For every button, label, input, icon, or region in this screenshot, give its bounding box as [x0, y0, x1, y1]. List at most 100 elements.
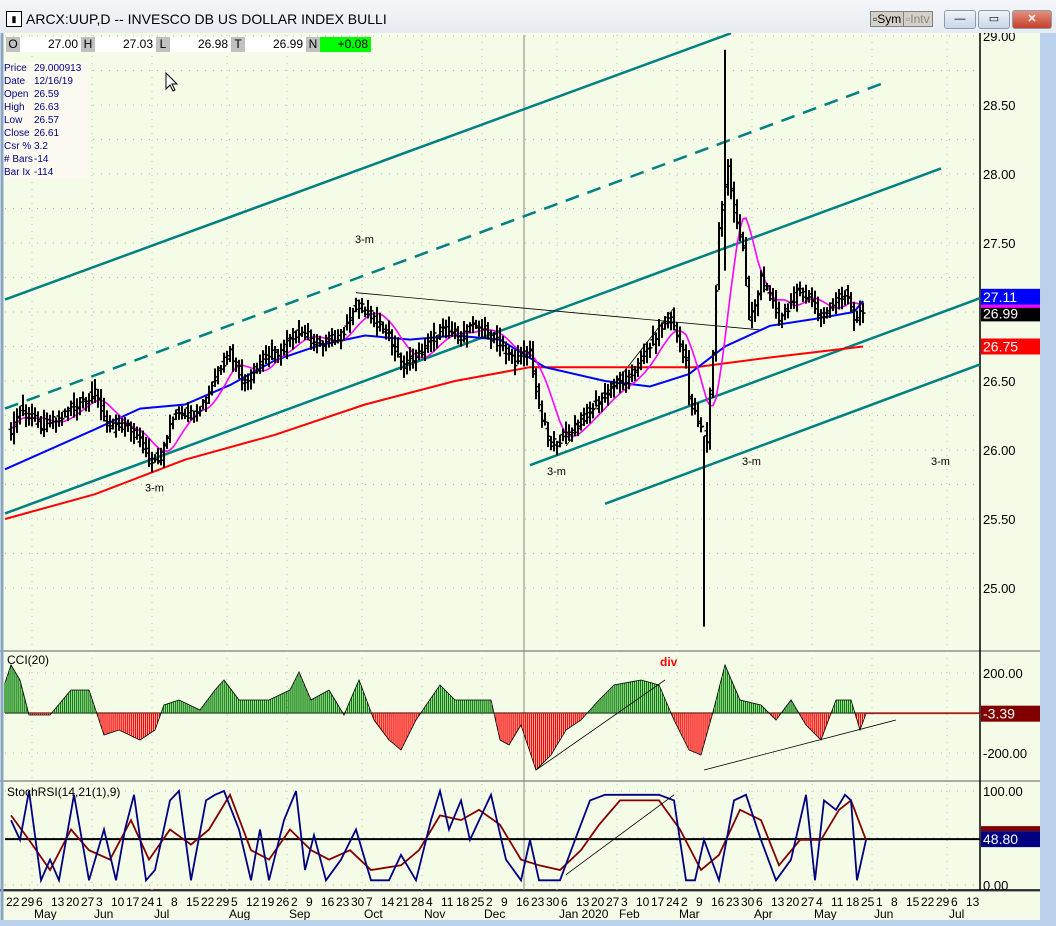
price-tick-label: 28.50 [983, 98, 1016, 113]
x-day-label: 30 [351, 895, 365, 909]
cursor-info-panel: Price 29.000913 Date 12/16/19 Open 26.59 High 2… [4, 62, 88, 179]
info-row: Bar Ix -114 [4, 166, 88, 179]
window-title-bar: ▮ ARCX:UUP,D -- INVESCO DB US DOLLAR IND… [0, 0, 1056, 35]
x-month-label: Jun [874, 907, 893, 920]
info-value: -14 [34, 154, 49, 165]
x-day-label: 16 [321, 895, 335, 909]
info-row: Date 12/16/19 [4, 75, 88, 88]
info-key: Csr % [4, 141, 32, 152]
x-month-label: Jan 2020 [559, 907, 609, 920]
x-day-label: 13 [771, 895, 785, 909]
info-row: Low 26.57 [4, 114, 88, 127]
channel-label: 3-m [931, 456, 950, 468]
sym-toggle-button[interactable]: ▫Sym [870, 11, 905, 27]
cci-tick-label: 200.00 [983, 666, 1023, 681]
x-day-label: 15 [186, 895, 200, 909]
x-month-label: Nov [424, 907, 445, 920]
price-badge-label: 26.75 [983, 339, 1018, 355]
price-tick-label: 25.00 [983, 581, 1016, 596]
low-key: L [156, 37, 170, 52]
x-day-label: 23 [336, 895, 350, 909]
chart-svg: 29.00 28.50 28.00 27.50 27.00 26.50 26.00 25.50… [0, 29, 1040, 921]
x-day-label: 20 [66, 895, 80, 909]
info-key: High [4, 102, 25, 113]
ma-fast-badge [981, 304, 1040, 308]
channel-line [4, 32, 732, 301]
info-key: # Bars [4, 154, 33, 165]
info-key: Low [4, 115, 23, 126]
x-day-label: 27 [801, 895, 815, 909]
info-value: -114 [34, 167, 54, 178]
info-value: 26.61 [34, 128, 60, 139]
mouse-cursor-icon [165, 71, 179, 92]
high-value: 27.03 [95, 37, 156, 52]
x-day-label: 23 [726, 895, 740, 909]
price-tick-label: 25.50 [983, 512, 1016, 527]
minimize-button[interactable]: — [944, 10, 976, 29]
x-day-label: 17 [126, 895, 140, 909]
last-value: 26.99 [245, 37, 306, 52]
high-key: H [81, 37, 95, 52]
x-month-label: Sep [289, 907, 311, 920]
window-title: ARCX:UUP,D -- INVESCO DB US DOLLAR INDEX… [26, 11, 387, 27]
x-month-label: May [814, 907, 837, 920]
info-row: # Bars -14 [4, 153, 88, 166]
x-day-label: 8 [171, 895, 178, 909]
x-day-label: 29 [216, 895, 230, 909]
maximize-button[interactable]: ▭ [978, 10, 1010, 29]
price-tick-label: 26.50 [983, 374, 1016, 389]
x-day-label: 18 [846, 895, 860, 909]
x-day-label: 25 [861, 895, 875, 909]
stoch-title: StochRSI(14,21(1),9) [7, 785, 120, 799]
x-day-label: 27 [81, 895, 95, 909]
info-row: Open 26.59 [4, 88, 88, 101]
stoch-trendline [565, 794, 675, 875]
x-month-label: Aug [229, 907, 250, 920]
window-right-border [1040, 33, 1056, 920]
x-month-label: Jul [949, 907, 964, 920]
intv-label: Intv [910, 12, 930, 26]
x-month-label: May [34, 907, 57, 920]
x-day-label: 20 [786, 895, 800, 909]
stoch-tick-label: 0.00 [983, 878, 1008, 893]
x-day-label: 24 [666, 895, 680, 909]
chart-area[interactable]: 29.00 28.50 28.00 27.50 27.00 26.50 26.00 25.50… [0, 29, 1040, 921]
channel-label: 3-m [355, 234, 374, 246]
cci-trendline [703, 719, 897, 771]
x-day-label: 17 [651, 895, 665, 909]
x-day-label: 22 [6, 895, 20, 909]
channel-label: 3-m [547, 466, 566, 478]
cci-title: CCI(20) [7, 653, 49, 667]
x-day-label: 26 [276, 895, 290, 909]
x-day-label: 18 [456, 895, 470, 909]
x-day-label: 16 [516, 895, 530, 909]
open-value: 27.00 [20, 37, 81, 52]
info-row: Csr % 3.2 [4, 140, 88, 153]
info-row: Close 26.61 [4, 127, 88, 140]
stoch-tick-label: 100.00 [983, 784, 1023, 799]
price-tick-label: 27.50 [983, 236, 1016, 251]
x-day-label: 25 [471, 895, 485, 909]
info-key: Close [4, 128, 30, 139]
price-bars [8, 49, 866, 627]
x-day-label: 22 [921, 895, 935, 909]
x-day-label: 21 [396, 895, 410, 909]
x-day-label: 19 [261, 895, 275, 909]
x-month-label: Mar [679, 907, 700, 920]
info-key: Date [4, 76, 26, 87]
info-value: 26.57 [34, 115, 60, 126]
cci-tick-label: -200.00 [983, 746, 1027, 761]
x-day-label: 22 [201, 895, 215, 909]
channel-label: 3-m [145, 482, 164, 494]
close-button[interactable]: ✕ [1012, 10, 1052, 29]
x-day-label: 30 [741, 895, 755, 909]
x-day-label: 14 [381, 895, 395, 909]
x-day-label: 16 [711, 895, 725, 909]
chart-app-icon: ▮ [6, 11, 22, 27]
x-day-label: 15 [906, 895, 920, 909]
price-tick-label: 29.00 [983, 33, 1016, 44]
x-month-label: Apr [754, 907, 773, 920]
cci-badge-label: -3.39 [983, 706, 1015, 722]
x-month-label: Oct [364, 907, 383, 920]
intv-toggle-button[interactable]: ▫Intv [903, 11, 933, 27]
